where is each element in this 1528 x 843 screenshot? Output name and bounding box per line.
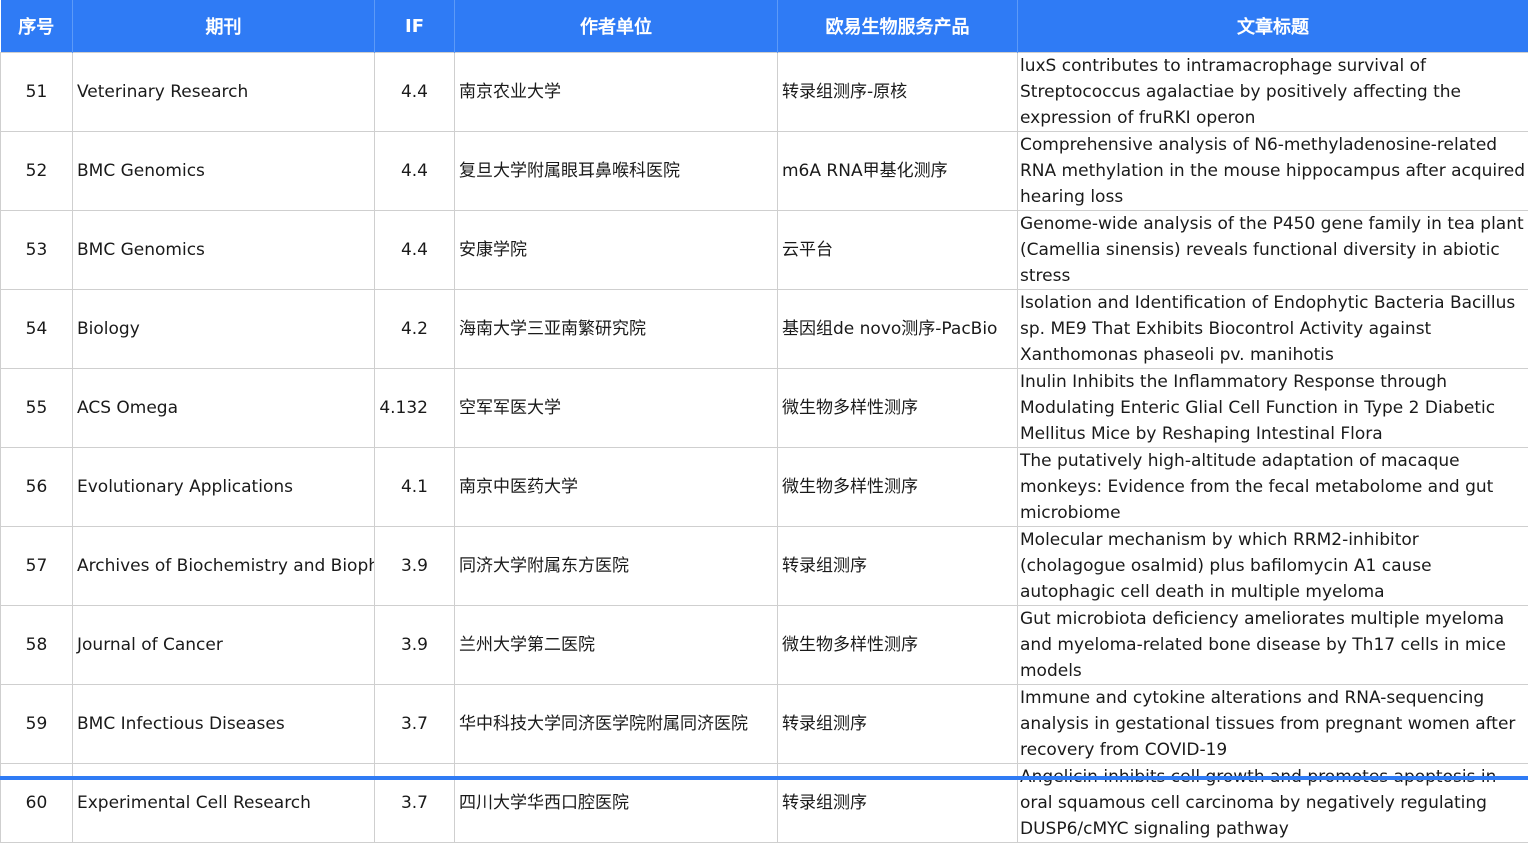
cell-journal: Biology [73, 290, 375, 369]
table-row: 54 Biology 4.2 海南大学三亚南繁研究院 基因组de novo测序-… [1, 290, 1528, 369]
cell-index: 58 [1, 606, 73, 685]
cell-if: 3.9 [375, 527, 455, 606]
cell-affiliation: 南京中医药大学 [455, 448, 778, 527]
cell-product: m6A RNA甲基化测序 [778, 132, 1018, 211]
cell-index: 53 [1, 211, 73, 290]
cell-journal: BMC Genomics [73, 211, 375, 290]
cell-affiliation: 华中科技大学同济医学院附属同济医院 [455, 685, 778, 764]
cell-title: Molecular mechanism by which RRM2-inhibi… [1018, 527, 1528, 606]
header-index: 序号 [1, 0, 73, 53]
cell-affiliation: 南京农业大学 [455, 53, 778, 132]
header-affiliation: 作者单位 [455, 0, 778, 53]
cell-product: 微生物多样性测序 [778, 448, 1018, 527]
cell-journal: ACS Omega [73, 369, 375, 448]
cell-journal: BMC Infectious Diseases [73, 685, 375, 764]
cell-if: 4.4 [375, 211, 455, 290]
cell-index: 57 [1, 527, 73, 606]
header-journal: 期刊 [73, 0, 375, 53]
cell-journal: BMC Genomics [73, 132, 375, 211]
cell-product: 微生物多样性测序 [778, 369, 1018, 448]
header-product: 欧易生物服务产品 [778, 0, 1018, 53]
cell-journal: Journal of Cancer [73, 606, 375, 685]
cell-index: 54 [1, 290, 73, 369]
cell-if: 4.4 [375, 53, 455, 132]
table-row: 56 Evolutionary Applications 4.1 南京中医药大学… [1, 448, 1528, 527]
cell-journal: Evolutionary Applications [73, 448, 375, 527]
cell-affiliation: 安康学院 [455, 211, 778, 290]
cell-title: Comprehensive analysis of N6-methyladeno… [1018, 132, 1528, 211]
cell-product: 基因组de novo测序-PacBio [778, 290, 1018, 369]
cell-affiliation: 复旦大学附属眼耳鼻喉科医院 [455, 132, 778, 211]
cell-title: Isolation and Identification of Endophyt… [1018, 290, 1528, 369]
cell-index: 52 [1, 132, 73, 211]
table-row: 59 BMC Infectious Diseases 3.7 华中科技大学同济医… [1, 685, 1528, 764]
cell-if: 4.132 [375, 369, 455, 448]
cell-title: Gut microbiota deficiency ameliorates mu… [1018, 606, 1528, 685]
cell-affiliation: 海南大学三亚南繁研究院 [455, 290, 778, 369]
cell-if: 4.2 [375, 290, 455, 369]
header-title: 文章标题 [1018, 0, 1528, 53]
table-row: 53 BMC Genomics 4.4 安康学院 云平台 Genome-wide… [1, 211, 1528, 290]
header-row: 序号 期刊 IF 作者单位 欧易生物服务产品 文章标题 [1, 0, 1528, 53]
table-row: 52 BMC Genomics 4.4 复旦大学附属眼耳鼻喉科医院 m6A RN… [1, 132, 1528, 211]
cell-journal: Veterinary Research [73, 53, 375, 132]
cell-title: Immune and cytokine alterations and RNA-… [1018, 685, 1528, 764]
cell-if: 4.1 [375, 448, 455, 527]
cell-title: Inulin Inhibits the Inflammatory Respons… [1018, 369, 1528, 448]
cell-index: 55 [1, 369, 73, 448]
cell-product: 转录组测序-原核 [778, 53, 1018, 132]
cell-index: 56 [1, 448, 73, 527]
bottom-border [0, 776, 1528, 780]
header-if: IF [375, 0, 455, 53]
cell-title: luxS contributes to intramacrophage surv… [1018, 53, 1528, 132]
table-row: 57 Archives of Biochemistry and Biophy 3… [1, 527, 1528, 606]
table-row: 58 Journal of Cancer 3.9 兰州大学第二医院 微生物多样性… [1, 606, 1528, 685]
cell-if: 3.9 [375, 606, 455, 685]
cell-if: 3.7 [375, 685, 455, 764]
publication-table: 序号 期刊 IF 作者单位 欧易生物服务产品 文章标题 51 Veterinar… [0, 0, 1528, 843]
table-row: 55 ACS Omega 4.132 空军军医大学 微生物多样性测序 Inuli… [1, 369, 1528, 448]
cell-journal: Archives of Biochemistry and Biophy [73, 527, 375, 606]
cell-affiliation: 兰州大学第二医院 [455, 606, 778, 685]
cell-product: 转录组测序 [778, 685, 1018, 764]
cell-if: 4.4 [375, 132, 455, 211]
cell-affiliation: 空军军医大学 [455, 369, 778, 448]
cell-affiliation: 同济大学附属东方医院 [455, 527, 778, 606]
cell-product: 云平台 [778, 211, 1018, 290]
table-row: 51 Veterinary Research 4.4 南京农业大学 转录组测序-… [1, 53, 1528, 132]
cell-product: 微生物多样性测序 [778, 606, 1018, 685]
cell-title: Genome-wide analysis of the P450 gene fa… [1018, 211, 1528, 290]
cell-index: 59 [1, 685, 73, 764]
cell-product: 转录组测序 [778, 527, 1018, 606]
cell-title: The putatively high-altitude adaptation … [1018, 448, 1528, 527]
cell-index: 51 [1, 53, 73, 132]
